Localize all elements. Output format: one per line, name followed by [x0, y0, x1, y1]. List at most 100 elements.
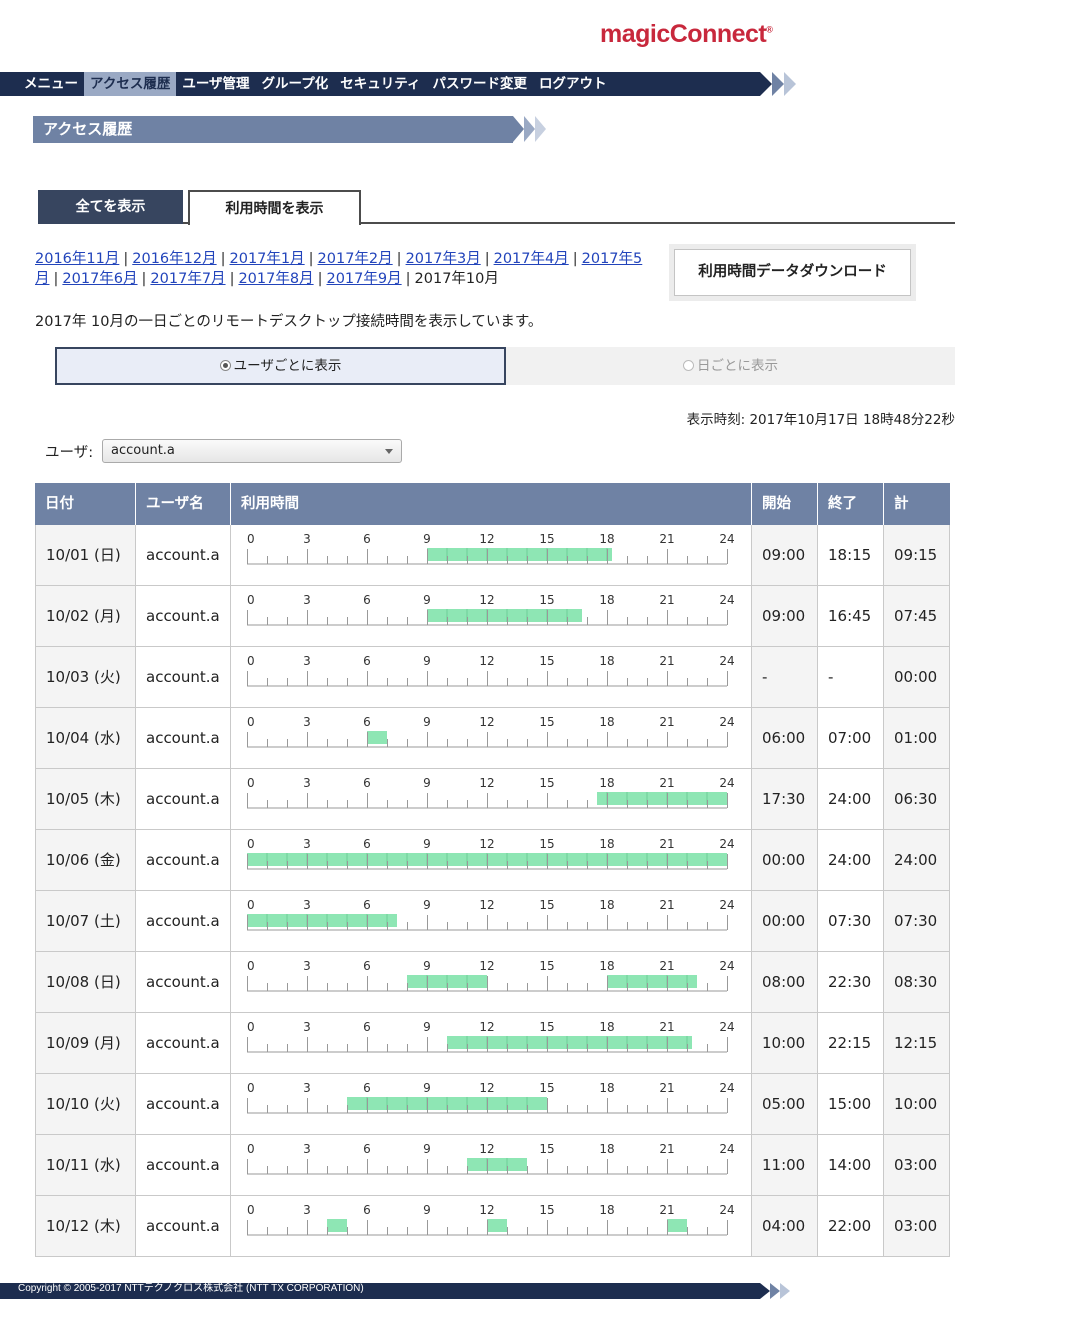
- cell-username: account.a: [136, 1074, 231, 1135]
- month-separator: |: [317, 271, 323, 287]
- hour-label: 15: [539, 593, 554, 607]
- month-link[interactable]: 2017年1月: [230, 251, 305, 267]
- month-link[interactable]: 2016年11月: [35, 251, 119, 267]
- table-row: 10/08 (日) account.a 0 3 6 9 12 15 18 21 24 08:00 22:…: [35, 952, 950, 1013]
- month-link[interactable]: 2017年6月: [62, 271, 137, 287]
- cell-start: 08:00: [752, 952, 818, 1013]
- hour-label: 6: [363, 837, 371, 851]
- cell-end: 15:00: [818, 1074, 884, 1135]
- month-link[interactable]: 2017年3月: [406, 251, 481, 267]
- nav-item-logout[interactable]: ログアウト: [533, 72, 613, 96]
- nav-item-user-management[interactable]: ユーザ管理: [176, 72, 255, 96]
- hour-label: 6: [363, 1203, 371, 1217]
- hour-label: 21: [659, 959, 674, 973]
- timeline-chart: 0 3 6 9 12 15 18 21 24: [247, 898, 735, 931]
- cell-usage-timeline: 0 3 6 9 12 15 18 21 24: [231, 1013, 752, 1074]
- hour-label: 0: [247, 1020, 255, 1034]
- hour-label: 24: [719, 959, 734, 973]
- hour-label: 24: [719, 1203, 734, 1217]
- footer-arrow: [770, 1283, 780, 1299]
- hour-label: 24: [719, 715, 734, 729]
- nav-item-security[interactable]: セキュリティ: [334, 72, 426, 96]
- cell-date: 10/12 (木): [35, 1196, 136, 1257]
- download-usage-data-button[interactable]: 利用時間データダウンロード: [674, 249, 911, 296]
- cell-total: 24:00: [884, 830, 950, 891]
- month-separator: |: [308, 251, 314, 267]
- hour-label: 18: [599, 532, 614, 546]
- month-link[interactable]: 2017年8月: [238, 271, 313, 287]
- hour-label: 9: [423, 837, 431, 851]
- tab-show-all[interactable]: 全てを表示: [38, 190, 183, 224]
- hour-label: 3: [303, 593, 311, 607]
- cell-date: 10/07 (土): [35, 891, 136, 952]
- hour-label: 0: [247, 593, 255, 607]
- view-by-day-toggle[interactable]: 日ごとに表示: [506, 347, 955, 385]
- hour-label: 6: [363, 593, 371, 607]
- chevron-down-icon: [385, 449, 393, 454]
- cell-username: account.a: [136, 1196, 231, 1257]
- table-row: 10/06 (金) account.a 0 3 6 9 12 15 18 21 24 00:00 24:…: [35, 830, 950, 891]
- view-by-user-toggle[interactable]: ユーザごとに表示: [55, 347, 506, 385]
- tab-show-usage-time[interactable]: 利用時間を表示: [188, 190, 361, 225]
- month-link[interactable]: 2016年12月: [132, 251, 216, 267]
- month-link[interactable]: 2017年2月: [318, 251, 393, 267]
- timeline-chart: 0 3 6 9 12 15 18 21 24: [247, 715, 735, 748]
- cell-total: 03:00: [884, 1135, 950, 1196]
- magicconnect-logo: magicConnect®: [600, 20, 773, 48]
- nav-item-password-change[interactable]: パスワード変更: [426, 72, 533, 96]
- hour-label: 24: [719, 1142, 734, 1156]
- month-separator: |: [484, 251, 490, 267]
- cell-end: 07:00: [818, 708, 884, 769]
- cell-end: 18:15: [818, 525, 884, 586]
- hour-label: 3: [303, 1203, 311, 1217]
- hour-label: 3: [303, 532, 311, 546]
- cell-total: 01:00: [884, 708, 950, 769]
- usage-bar: [467, 1158, 527, 1171]
- cell-end: 24:00: [818, 769, 884, 830]
- cell-total: 03:00: [884, 1196, 950, 1257]
- cell-total: 12:15: [884, 1013, 950, 1074]
- hour-label: 15: [539, 959, 554, 973]
- cell-start: 04:00: [752, 1196, 818, 1257]
- month-link[interactable]: 2017年4月: [494, 251, 569, 267]
- user-select[interactable]: account.a: [102, 439, 402, 463]
- nav-item-menu[interactable]: メニュー: [18, 72, 84, 96]
- usage-bar: [667, 1219, 687, 1232]
- usage-bar: [607, 975, 697, 988]
- table-row: 10/01 (日) account.a 0 3 6 9 12 15 18 21 24 09:00 18:…: [35, 525, 950, 586]
- hour-label: 21: [659, 654, 674, 668]
- footer-arrow: [780, 1283, 790, 1299]
- hour-label: 9: [423, 532, 431, 546]
- usage-table: 日付 ユーザ名 利用時間 開始 終了 計 10/01 (日) account.a 0…: [35, 483, 950, 1257]
- month-links: 2016年11月 | 2016年12月 | 2017年1月 | 2017年2月 | 2017年3…: [35, 249, 655, 289]
- table-row: 10/02 (月) account.a 0 3 6 9 12 15 18 21 24 09:00 16:…: [35, 586, 950, 647]
- hour-label: 21: [659, 1020, 674, 1034]
- cell-username: account.a: [136, 708, 231, 769]
- hour-label: 12: [479, 532, 494, 546]
- cell-usage-timeline: 0 3 6 9 12 15 18 21 24: [231, 586, 752, 647]
- cell-usage-timeline: 0 3 6 9 12 15 18 21 24: [231, 1135, 752, 1196]
- header-usage-time: 利用時間: [231, 483, 752, 525]
- cell-username: account.a: [136, 891, 231, 952]
- hour-label: 9: [423, 1142, 431, 1156]
- nav-item-grouping[interactable]: グループ化: [256, 72, 335, 96]
- cell-usage-timeline: 0 3 6 9 12 15 18 21 24: [231, 647, 752, 708]
- hour-label: 0: [247, 715, 255, 729]
- cell-total: 06:30: [884, 769, 950, 830]
- nav-bar-arrow: [772, 72, 784, 96]
- hour-label: 6: [363, 898, 371, 912]
- cell-date: 10/05 (木): [35, 769, 136, 830]
- cell-start: 09:00: [752, 525, 818, 586]
- hour-label: 18: [599, 776, 614, 790]
- usage-bar: [327, 1219, 347, 1232]
- hour-label: 18: [599, 1081, 614, 1095]
- month-separator: |: [396, 251, 402, 267]
- month-link[interactable]: 2017年9月: [326, 271, 401, 287]
- table-row: 10/03 (火) account.a 0 3 6 9 12 15 18 21 24- -00:00: [35, 647, 950, 708]
- hour-label: 0: [247, 959, 255, 973]
- month-link[interactable]: 2017年7月: [150, 271, 225, 287]
- cell-end: 22:15: [818, 1013, 884, 1074]
- timeline-chart: 0 3 6 9 12 15 18 21 24: [247, 1020, 735, 1053]
- usage-bar: [427, 548, 612, 561]
- nav-item-access-history[interactable]: アクセス履歴: [84, 72, 177, 96]
